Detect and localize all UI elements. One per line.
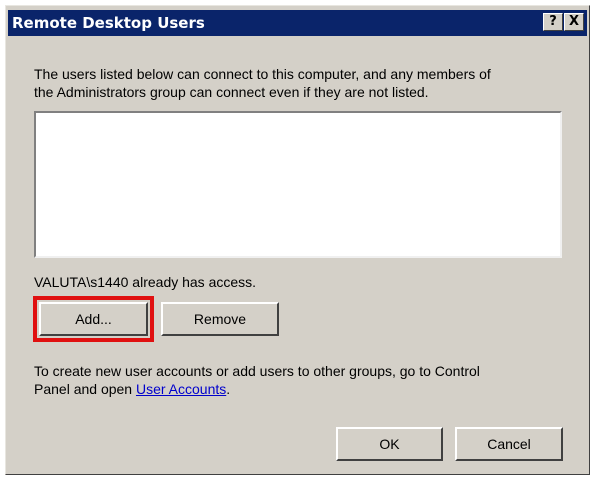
- info-text-suffix: .: [226, 381, 231, 397]
- intro-text-line-1: The users listed below can connect to th…: [34, 66, 491, 82]
- ok-button[interactable]: OK: [336, 427, 443, 461]
- add-button[interactable]: Add...: [39, 302, 148, 336]
- cancel-button[interactable]: Cancel: [455, 427, 563, 461]
- intro-text-line-2: the Administrators group can connect eve…: [34, 84, 429, 100]
- remote-desktop-users-dialog: Remote Desktop Users ? X The users liste…: [5, 5, 590, 475]
- info-text-prefix: Panel and open: [34, 381, 136, 397]
- remove-button[interactable]: Remove: [161, 302, 279, 336]
- dialog-title: Remote Desktop Users: [12, 14, 205, 32]
- info-text-line-1: To create new user accounts or add users…: [34, 363, 480, 379]
- access-status-text: VALUTA\s1440 already has access.: [34, 274, 257, 290]
- info-text-line-2: Panel and open User Accounts.: [34, 381, 230, 398]
- user-accounts-link[interactable]: User Accounts: [136, 381, 226, 397]
- close-button[interactable]: X: [564, 13, 584, 31]
- users-listbox[interactable]: [34, 111, 562, 258]
- titlebar: Remote Desktop Users ? X: [8, 10, 587, 36]
- help-button[interactable]: ?: [543, 13, 563, 31]
